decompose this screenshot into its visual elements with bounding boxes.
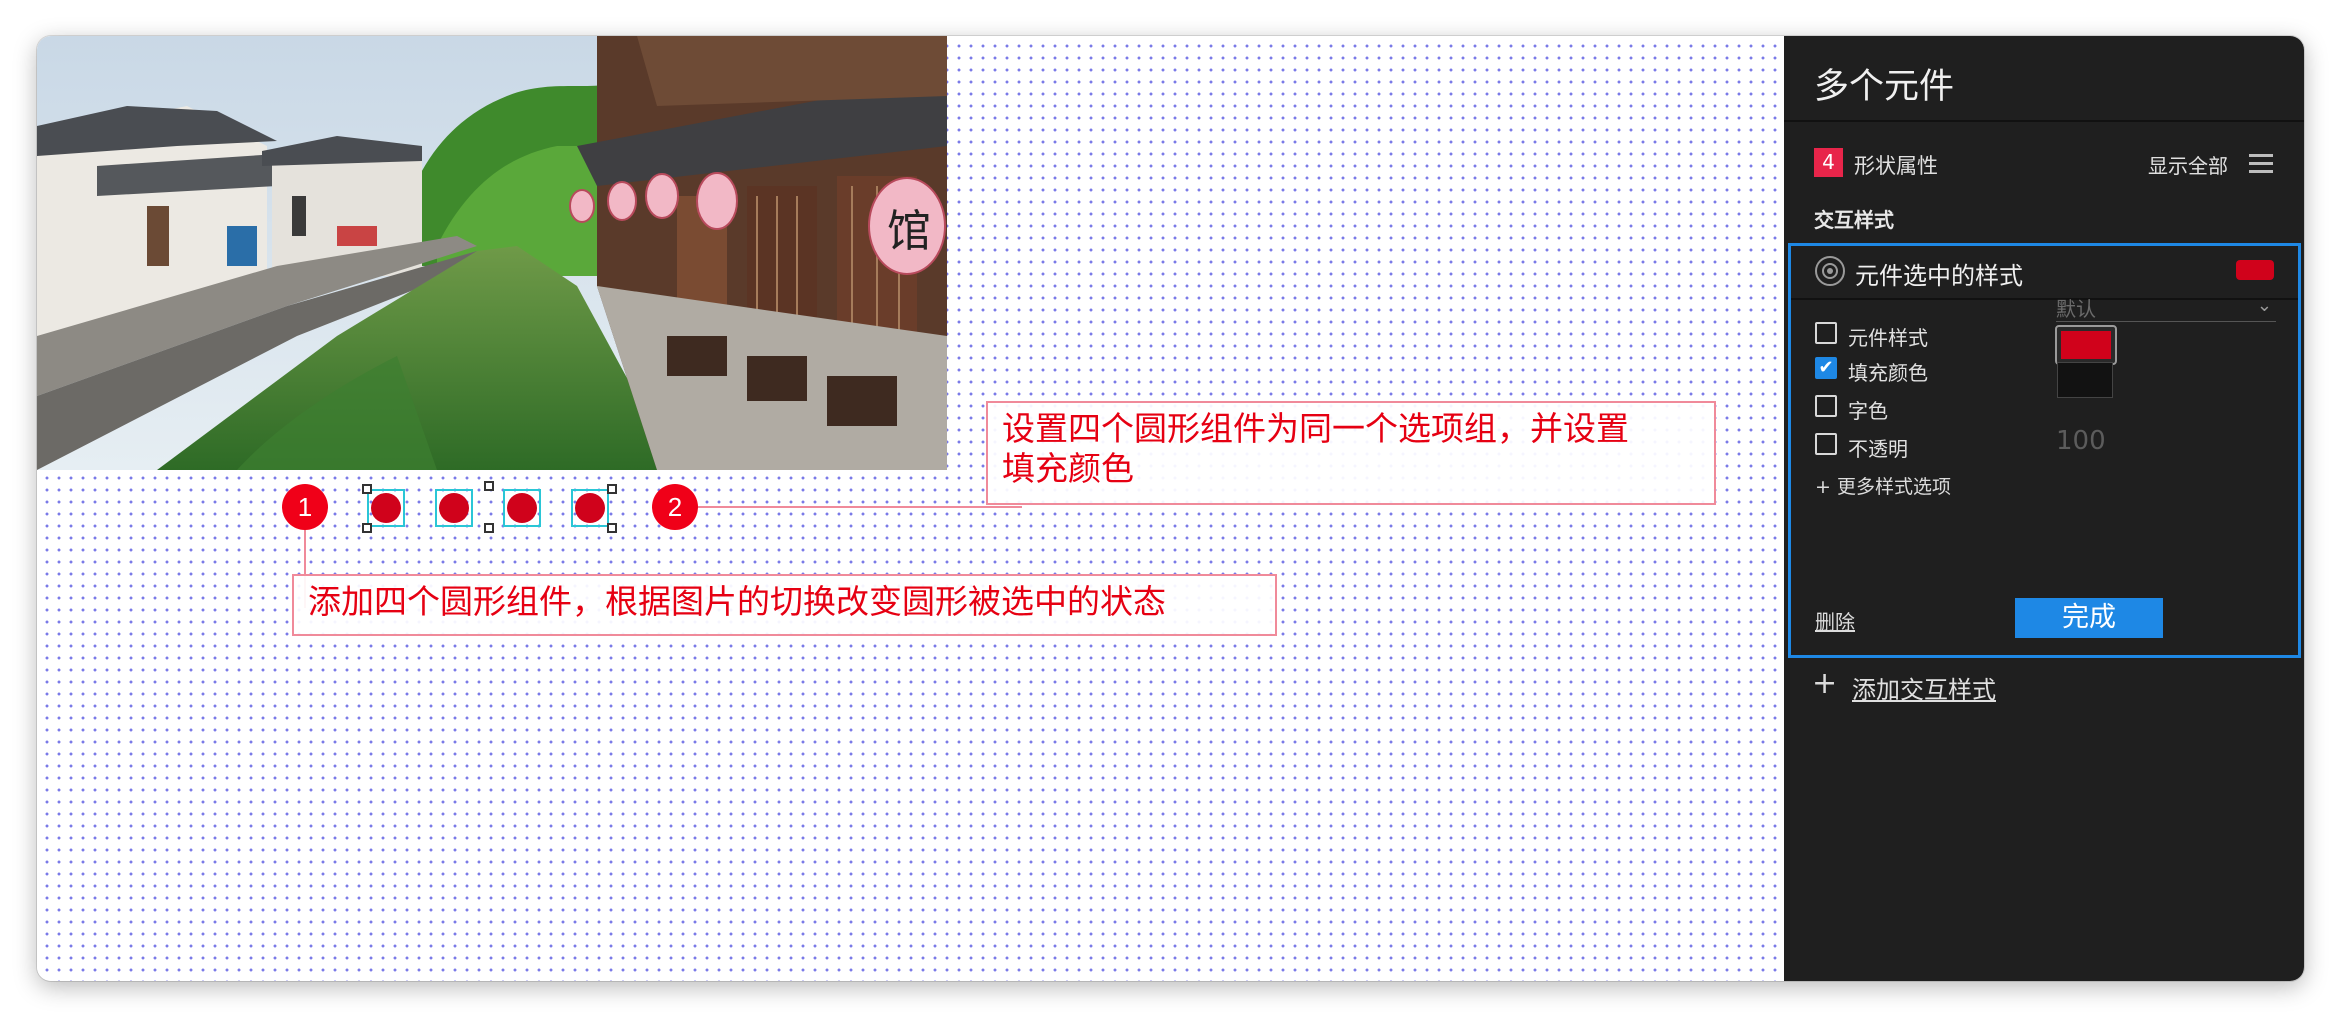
selection-handle[interactable] xyxy=(484,481,494,491)
image-slider-photo[interactable]: 馆 xyxy=(37,36,947,470)
fill-color-preview xyxy=(2061,331,2111,359)
design-canvas[interactable]: 馆 1 2 添加四个圆形组件，根据图片的切换改变圆形被选中的状态 设置四个圆形组… xyxy=(37,36,1784,981)
annotation-marker-1: 1 xyxy=(282,484,328,530)
radio-circle-4[interactable] xyxy=(571,489,609,527)
plus-icon: + xyxy=(1812,666,1838,701)
fill-color-label: 填充颜色 xyxy=(1848,361,1928,385)
radio-circle-1[interactable] xyxy=(367,489,405,527)
opacity-checkbox[interactable] xyxy=(1815,433,1837,455)
annotation-marker-2: 2 xyxy=(652,484,698,530)
panel-title: 多个元件 xyxy=(1814,67,1955,107)
note-text: 添加四个圆形组件，根据图片的切换改变圆形被选中的状态 xyxy=(308,582,1166,621)
properties-panel: 多个元件 4 形状属性 显示全部 交互样式 元件选中的样式 元件样式 默认 ⌄ … xyxy=(1784,36,2304,981)
selected-style-title[interactable]: 元件选中的样式 xyxy=(1855,256,2023,291)
selection-handle[interactable] xyxy=(484,523,494,533)
widget-style-select[interactable]: 默认 ⌄ xyxy=(2056,293,2276,322)
circle-fill xyxy=(439,493,469,523)
note-text-line-1: 设置四个圆形组件为同一个选项组，并设置 xyxy=(1002,409,1629,448)
show-all-link[interactable]: 显示全部 xyxy=(1785,150,2228,179)
radio-circle-3[interactable] xyxy=(503,489,541,527)
font-color-swatch[interactable] xyxy=(2057,362,2113,398)
selected-style-editor: 元件选中的样式 元件样式 默认 ⌄ ✔ 填充颜色 字色 不透明 100 + 更多… xyxy=(1788,243,2301,658)
radio-circle-2[interactable] xyxy=(435,489,473,527)
opacity-input[interactable]: 100 xyxy=(2056,426,2106,456)
fill-color-checkbox[interactable]: ✔ xyxy=(1815,357,1837,379)
selected-style-color-preview xyxy=(2236,260,2274,280)
font-color-label: 字色 xyxy=(1848,399,1888,423)
widget-style-value: 默认 xyxy=(2056,297,2096,321)
annotation-note-2: 设置四个圆形组件为同一个选项组，并设置 填充颜色 xyxy=(986,401,1716,505)
circle-fill xyxy=(575,493,605,523)
target-icon xyxy=(1815,256,1845,286)
add-interaction-style-link[interactable]: 添加交互样式 xyxy=(1852,670,1996,705)
interaction-style-heading: 交互样式 xyxy=(1814,208,1894,232)
annotation-connector xyxy=(698,506,1022,508)
annotation-note-1: 添加四个圆形组件，根据图片的切换改变圆形被选中的状态 xyxy=(292,574,1277,636)
selection-handle[interactable] xyxy=(362,523,372,533)
delete-link[interactable]: 删除 xyxy=(1815,606,1855,635)
fill-color-swatch[interactable] xyxy=(2055,325,2117,365)
note-text-line-2: 填充颜色 xyxy=(1002,449,1134,488)
style-checkbox[interactable] xyxy=(1815,322,1837,344)
app-window: 馆 1 2 添加四个圆形组件，根据图片的切换改变圆形被选中的状态 设置四个圆形组… xyxy=(37,36,2304,981)
widget-style-label: 元件样式 xyxy=(1848,326,1928,350)
lantern-character: 馆 xyxy=(887,206,931,257)
chevron-down-icon: ⌄ xyxy=(2256,295,2272,316)
circle-fill xyxy=(507,493,537,523)
selection-handle[interactable] xyxy=(607,484,617,494)
opacity-label: 不透明 xyxy=(1848,437,1908,461)
selection-handle[interactable] xyxy=(362,484,372,494)
circle-fill xyxy=(371,493,401,523)
selection-handle[interactable] xyxy=(607,523,617,533)
font-color-checkbox[interactable] xyxy=(1815,395,1837,417)
panel-divider xyxy=(1784,120,2304,122)
done-button[interactable]: 完成 xyxy=(2015,598,2163,638)
menu-icon[interactable] xyxy=(2249,154,2273,174)
more-style-options-link[interactable]: + 更多样式选项 xyxy=(1815,472,1951,499)
